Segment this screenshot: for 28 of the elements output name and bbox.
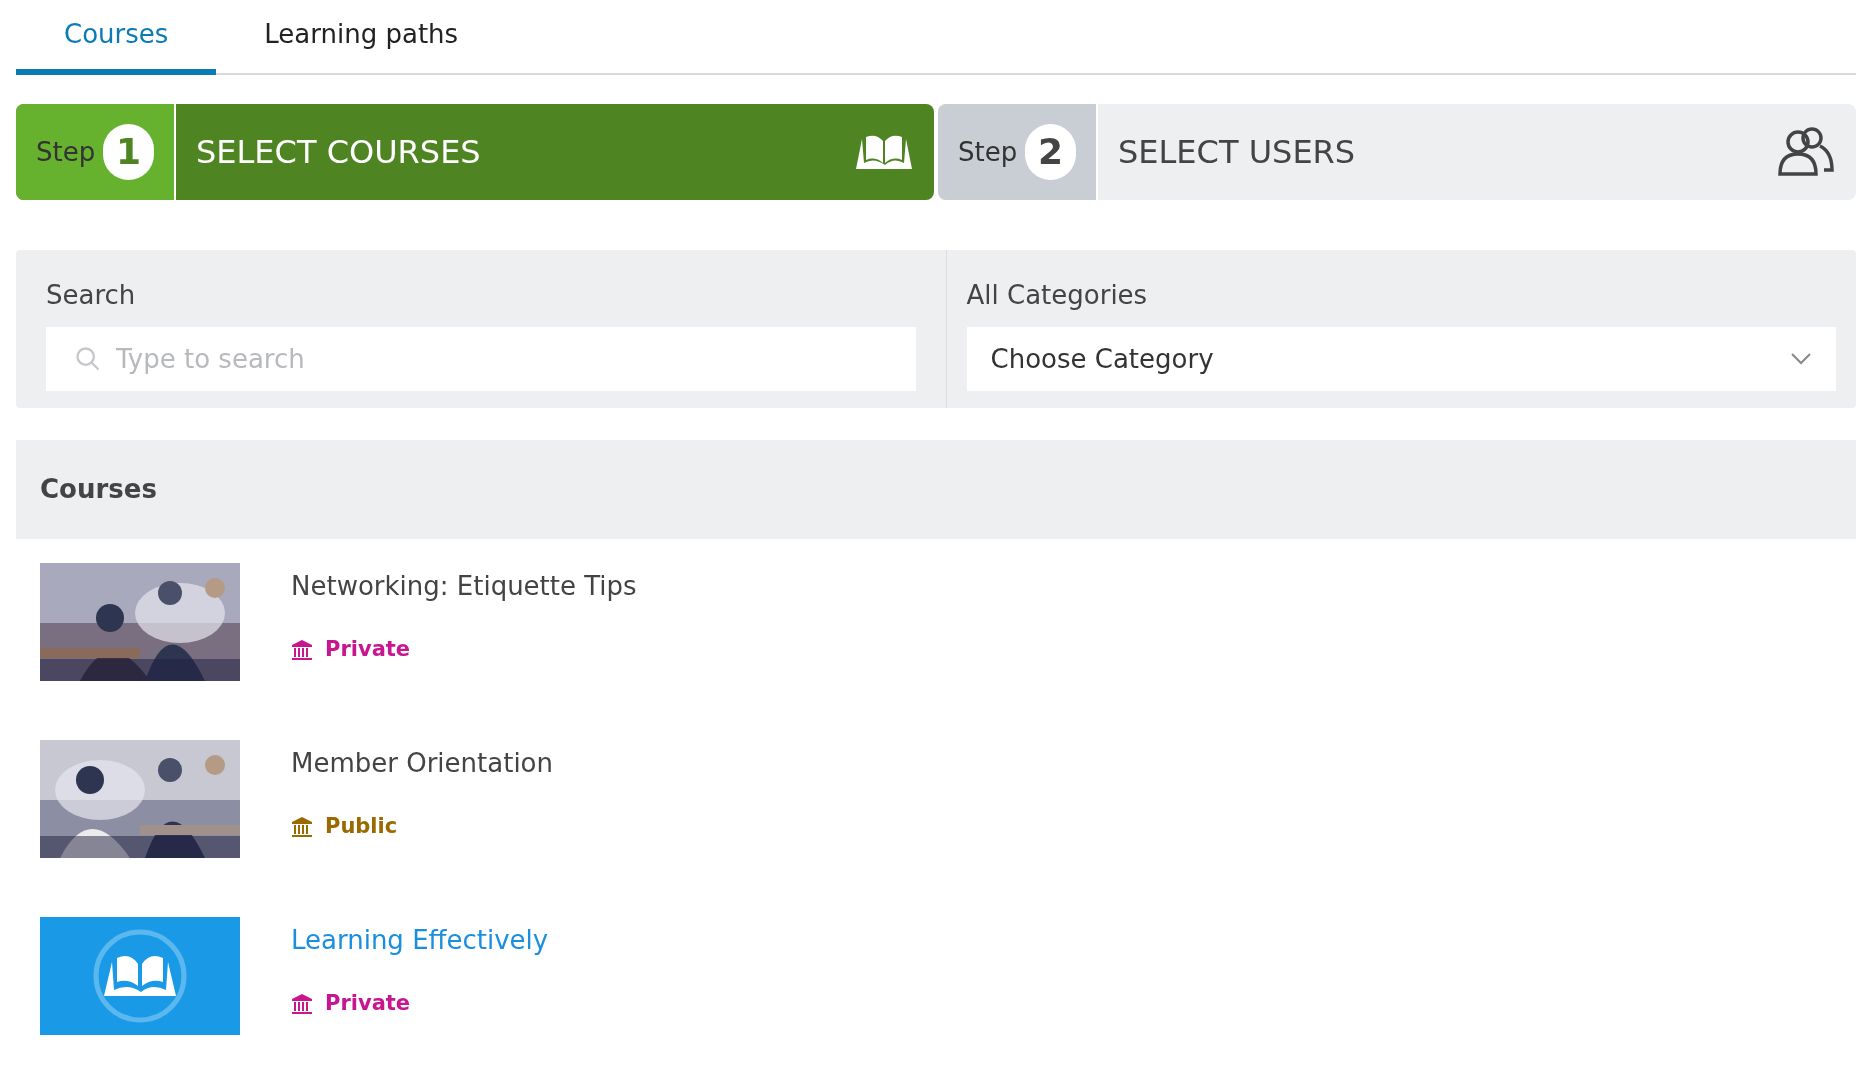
step-prefix: Step xyxy=(36,135,96,169)
step-number: 1 xyxy=(103,124,154,180)
search-field[interactable]: Type to search xyxy=(46,327,916,391)
step-number: 2 xyxy=(1025,124,1076,180)
courses-heading: Courses xyxy=(40,473,157,506)
open-book-icon xyxy=(854,133,914,171)
category-dropdown[interactable]: Choose Category xyxy=(966,327,1836,391)
category-label: All Categories xyxy=(966,279,1149,312)
visibility-label: Private xyxy=(325,990,411,1017)
chevron-down-icon xyxy=(1790,352,1812,366)
step-title: SELECT USERS xyxy=(1118,132,1356,173)
step-bar[interactable]: Step 1 SELECT COURSES xyxy=(16,104,934,200)
step-bar[interactable]: Step 2 SELECT USERS xyxy=(938,104,1856,200)
search-icon xyxy=(74,345,102,373)
step-title: SELECT COURSES xyxy=(196,132,481,173)
visibility-label: Private xyxy=(325,636,411,663)
search-label: Search xyxy=(46,279,137,312)
open-book-icon xyxy=(92,928,188,1024)
institution-icon xyxy=(291,638,313,661)
step-prefix: Step xyxy=(958,135,1018,169)
course-title-link[interactable]: Member Orientation xyxy=(291,744,553,783)
tab[interactable]: Learning paths xyxy=(216,0,507,75)
users-icon xyxy=(1776,126,1836,178)
institution-icon xyxy=(291,992,313,1015)
course-title-link[interactable]: Networking: Etiquette Tips xyxy=(291,567,637,606)
institution-icon xyxy=(291,815,313,838)
visibility-label: Public xyxy=(325,813,398,840)
tab[interactable]: Courses xyxy=(16,0,217,75)
